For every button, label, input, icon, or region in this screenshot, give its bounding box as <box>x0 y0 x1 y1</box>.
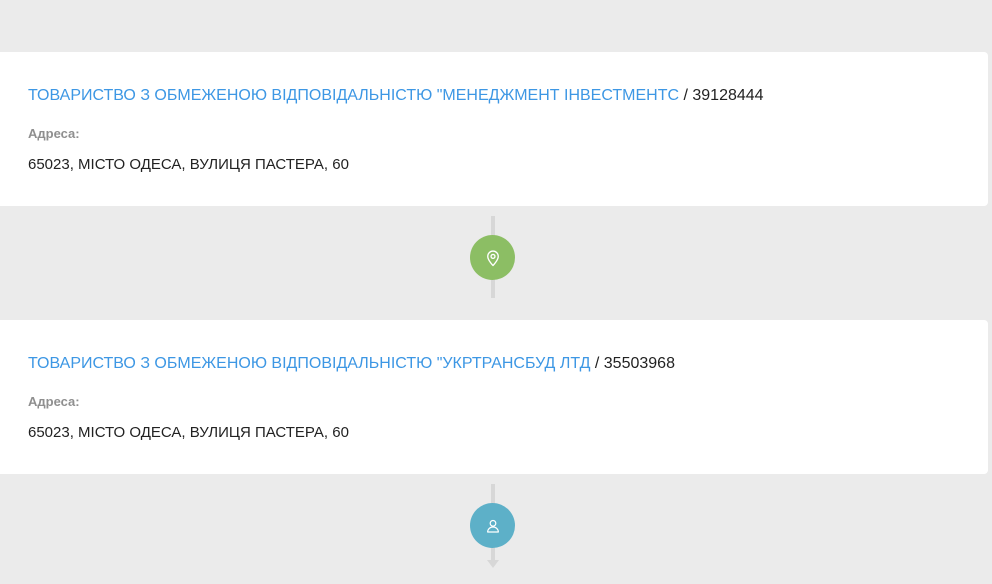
address-value: 65023, МІСТО ОДЕСА, ВУЛИЦЯ ПАСТЕРА, 60 <box>28 424 349 441</box>
address-label: Адреса: <box>28 126 80 141</box>
company-title-line: ТОВАРИСТВО З ОБМЕЖЕНОЮ ВІДПОВІДАЛЬНІСТЮ … <box>28 354 675 374</box>
person-icon <box>485 518 501 534</box>
company-title-line: ТОВАРИСТВО З ОБМЕЖЕНОЮ ВІДПОВІДАЛЬНІСТЮ … <box>28 86 764 106</box>
address-label: Адреса: <box>28 394 80 409</box>
address-value: 65023, МІСТО ОДЕСА, ВУЛИЦЯ ПАСТЕРА, 60 <box>28 156 349 173</box>
title-separator: / <box>594 355 600 372</box>
company-name-link[interactable]: ТОВАРИСТВО З ОБМЕЖЕНОЮ ВІДПОВІДАЛЬНІСТЮ … <box>28 87 679 104</box>
connector-address <box>470 216 515 298</box>
company-name-link[interactable]: ТОВАРИСТВО З ОБМЕЖЕНОЮ ВІДПОВІДАЛЬНІСТЮ … <box>28 355 590 372</box>
arrow-down-icon <box>487 560 499 568</box>
person-connection-badge <box>470 503 515 548</box>
company-code: 39128444 <box>692 87 764 104</box>
company-code: 35503968 <box>603 355 675 372</box>
location-pin-icon <box>484 249 502 267</box>
connector-person <box>470 484 515 572</box>
address-connection-badge <box>470 235 515 280</box>
company-card: ТОВАРИСТВО З ОБМЕЖЕНОЮ ВІДПОВІДАЛЬНІСТЮ … <box>0 320 988 474</box>
company-card: ТОВАРИСТВО З ОБМЕЖЕНОЮ ВІДПОВІДАЛЬНІСТЮ … <box>0 52 988 206</box>
title-separator: / <box>683 87 688 104</box>
